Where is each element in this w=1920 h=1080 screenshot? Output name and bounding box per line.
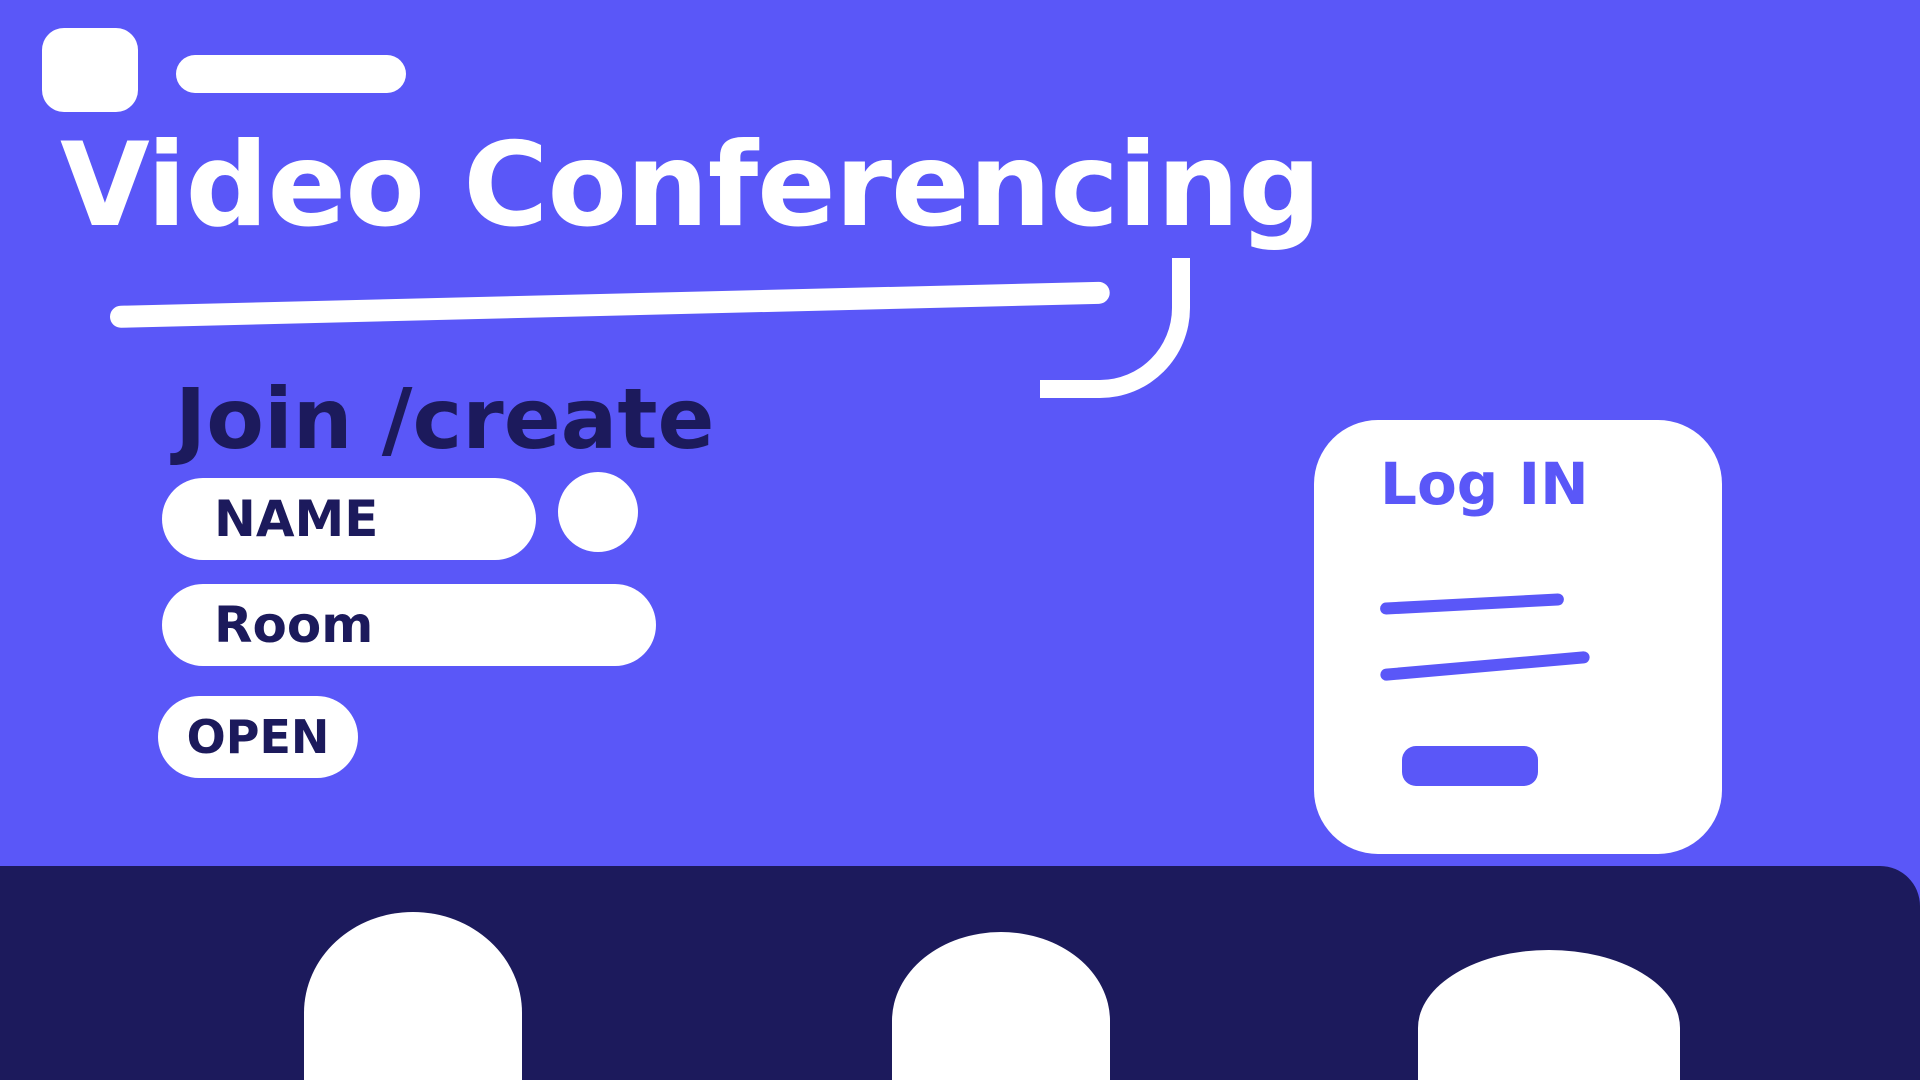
room-input[interactable]	[212, 595, 656, 655]
page-title: Video Conferencing	[60, 118, 1321, 253]
open-button[interactable]: OPEN	[158, 696, 358, 778]
join-create-heading: Join /create	[175, 370, 715, 468]
login-heading: Log IN	[1380, 450, 1589, 518]
login-username-input[interactable]	[1379, 593, 1565, 615]
avatar-icon[interactable]	[558, 472, 638, 552]
name-input[interactable]	[212, 489, 536, 549]
login-submit-button[interactable]	[1402, 746, 1538, 786]
logo-icon	[42, 28, 138, 112]
room-field[interactable]	[162, 584, 656, 666]
title-underline	[109, 281, 1110, 328]
name-field[interactable]	[162, 478, 536, 560]
login-password-input[interactable]	[1379, 650, 1591, 682]
login-card: Log IN	[1314, 420, 1722, 854]
title-underline-tail	[1040, 258, 1190, 398]
app-name-placeholder	[176, 55, 406, 93]
